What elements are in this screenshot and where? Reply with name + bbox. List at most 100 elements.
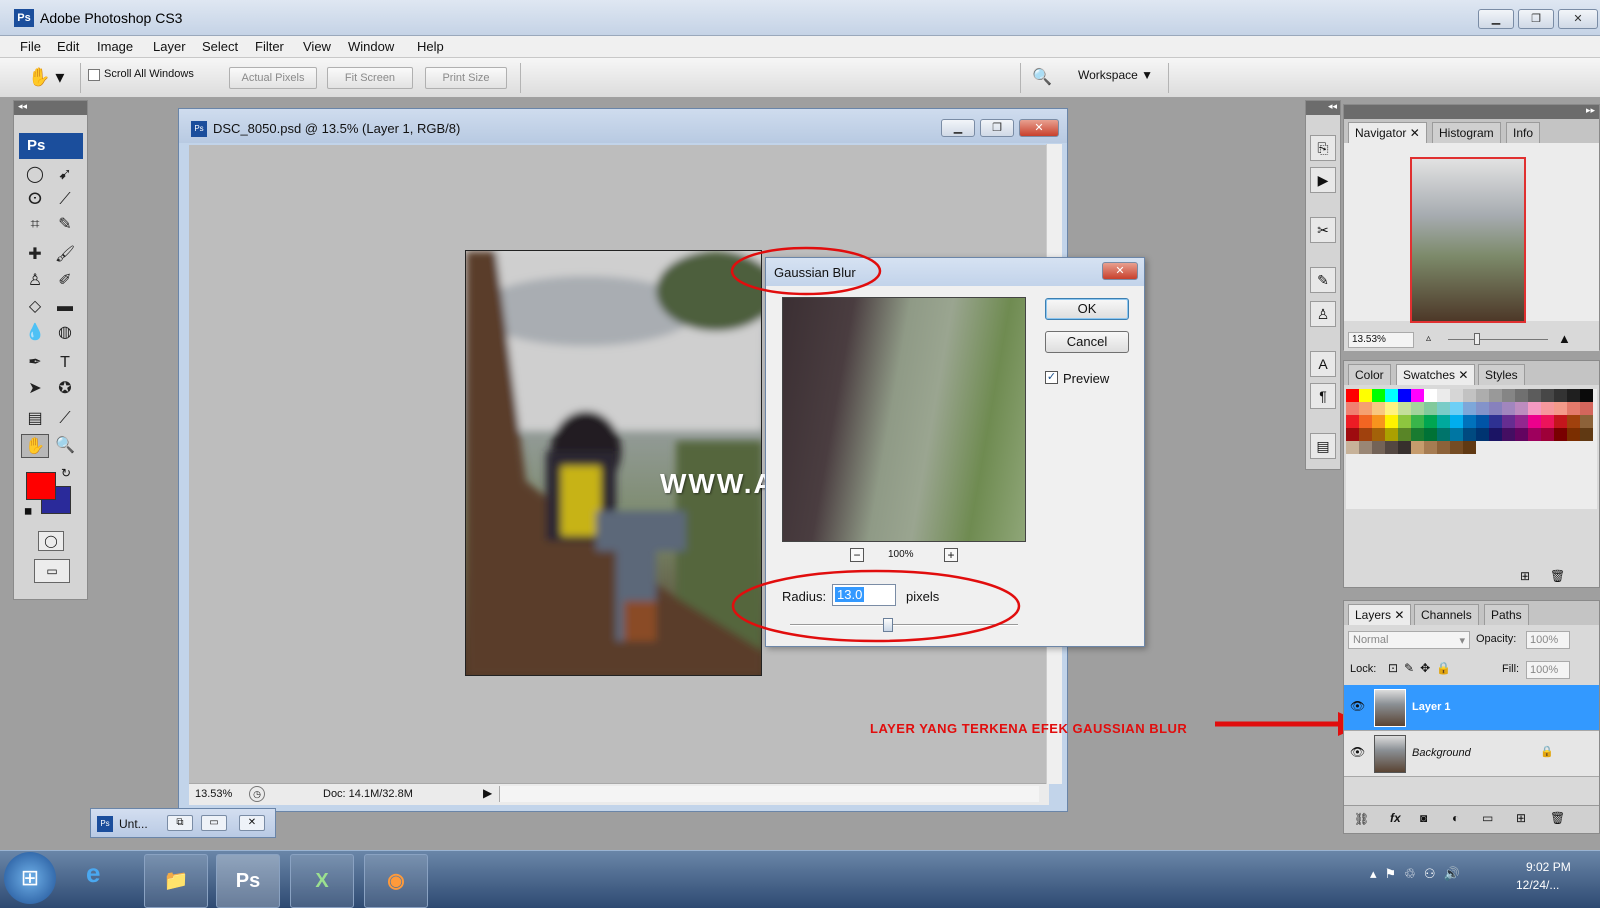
scroll-all-checkbox[interactable] [88,69,100,81]
clone-source-icon[interactable]: ♙ [1310,301,1336,327]
type-tool-icon[interactable]: T [51,351,79,375]
radius-slider-thumb[interactable] [883,618,894,632]
delete-swatch-icon[interactable]: 🗑 [1550,569,1565,583]
swatch-cell[interactable] [1502,415,1515,428]
blur-tool-icon[interactable]: 💧 [21,321,49,345]
swatch-cell[interactable] [1411,441,1424,454]
swatch-cell[interactable] [1437,441,1450,454]
swatch-cell[interactable] [1372,402,1385,415]
layer-name[interactable]: Background [1412,747,1471,759]
swap-colors-icon[interactable]: ↻ [61,466,71,480]
maximize-button[interactable]: ❐ [1518,9,1554,29]
swatch-cell[interactable] [1437,428,1450,441]
actions-panel-icon[interactable]: ▶ [1310,167,1336,193]
swatch-cell[interactable] [1372,441,1385,454]
foreground-color-swatch[interactable] [26,472,56,500]
blur-preview-pane[interactable] [782,297,1026,542]
visibility-eye-icon[interactable]: 👁 [1350,699,1365,713]
swatch-cell[interactable] [1359,441,1372,454]
swatch-cell[interactable] [1346,415,1359,428]
link-layers-icon[interactable]: ⛓ [1354,812,1369,826]
slice-tool-icon[interactable]: ✎ [51,213,79,237]
status-menu-arrow-icon[interactable]: ▶ [483,786,492,800]
preview-checkbox[interactable]: ✓ [1045,371,1058,384]
clock-date[interactable]: 12/24/... [1516,878,1559,892]
tab-swatches[interactable]: Swatches ✕ [1396,364,1476,385]
layer-name[interactable]: Layer 1 [1412,701,1451,713]
fit-screen-button[interactable]: Fit Screen [327,67,413,89]
lock-icons[interactable]: ⊡✎✥🔒 [1388,661,1457,675]
toolbox-collapse-icon[interactable]: ◂◂ [14,101,87,115]
swatch-cell[interactable] [1528,415,1541,428]
swatch-cell[interactable] [1580,428,1593,441]
new-group-icon[interactable]: ▭ [1482,811,1493,825]
eraser-tool-icon[interactable]: ◇ [21,295,49,319]
restore-icon[interactable]: ⧉ [167,815,193,831]
default-colors-icon[interactable]: ◼ [24,506,32,517]
menu-window[interactable]: Window [348,39,394,54]
swatch-cell[interactable] [1476,389,1489,402]
swatch-cell[interactable] [1567,415,1580,428]
new-swatch-icon[interactable]: ⊞ [1520,569,1530,583]
eyedropper-icon[interactable]: ⟋ [51,407,79,431]
swatch-cell[interactable] [1580,415,1593,428]
swatch-cell[interactable] [1411,415,1424,428]
swatch-cell[interactable] [1476,402,1489,415]
doc-maximize-button[interactable]: ❐ [980,119,1014,137]
swatch-cell[interactable] [1398,428,1411,441]
tab-styles[interactable]: Styles [1478,364,1525,385]
doc-close-button[interactable]: ✕ [1019,119,1059,137]
swatch-cell[interactable] [1372,428,1385,441]
menu-select[interactable]: Select [202,39,238,54]
pen-tool-icon[interactable]: ✒ [21,351,49,375]
swatch-cell[interactable] [1411,428,1424,441]
zoom-out-mountain-icon[interactable]: ▵ [1426,333,1431,344]
swatch-cell[interactable] [1385,389,1398,402]
swatch-cell[interactable] [1372,415,1385,428]
swatch-cell[interactable] [1476,415,1489,428]
swatch-cell[interactable] [1346,389,1359,402]
swatch-cell[interactable] [1424,415,1437,428]
dialog-close-button[interactable]: ✕ [1102,262,1138,280]
swatch-cell[interactable] [1476,428,1489,441]
swatch-cell[interactable] [1424,428,1437,441]
swatch-cell[interactable] [1437,402,1450,415]
swatch-cell[interactable] [1385,441,1398,454]
swatch-cell[interactable] [1437,415,1450,428]
navigator-zoom-thumb[interactable] [1474,333,1480,345]
menu-filter[interactable]: Filter [255,39,284,54]
swatch-cell[interactable] [1385,415,1398,428]
swatch-cell[interactable] [1541,389,1554,402]
dodge-tool-icon[interactable]: ◍ [51,321,79,345]
swatch-cell[interactable] [1515,389,1528,402]
new-layer-icon[interactable]: ⊞ [1516,811,1526,825]
swatch-cell[interactable] [1450,415,1463,428]
layer-mask-icon[interactable]: ◙ [1420,811,1427,825]
bridge-icon[interactable]: 🔍 [1028,66,1056,90]
swatch-cell[interactable] [1554,428,1567,441]
minimize-button[interactable]: ▁ [1478,9,1514,29]
tab-layers[interactable]: Layers ✕ [1348,604,1412,625]
navigator-zoom-input[interactable]: 13.53% [1348,332,1414,348]
adjustment-layer-icon[interactable]: ◐ [1452,811,1459,825]
swatch-cell[interactable] [1398,415,1411,428]
swatch-cell[interactable] [1580,402,1593,415]
layer-row-background[interactable]: 👁 Background 🔒 [1344,731,1599,777]
character-panel-icon[interactable]: A [1310,351,1336,377]
swatch-cell[interactable] [1567,389,1580,402]
swatch-cell[interactable] [1385,402,1398,415]
layer-comps-icon[interactable]: ▤ [1310,433,1336,459]
fill-input[interactable]: 100% [1526,661,1570,679]
cancel-button[interactable]: Cancel [1045,331,1129,353]
brush-tool-icon[interactable]: 🖌 [51,243,79,267]
swatch-cell[interactable] [1424,389,1437,402]
maximize-icon[interactable]: ▭ [201,815,227,831]
tab-histogram[interactable]: Histogram [1432,122,1501,143]
visibility-eye-icon[interactable]: 👁 [1350,745,1365,759]
swatch-cell[interactable] [1424,441,1437,454]
swatch-cell[interactable] [1567,402,1580,415]
radius-input[interactable]: 13.0 [832,584,896,606]
radius-slider-track[interactable] [790,624,1018,626]
system-tray-icons[interactable]: ▴⚑♲⚇🔊 [1370,866,1468,882]
swatch-cell[interactable] [1489,428,1502,441]
